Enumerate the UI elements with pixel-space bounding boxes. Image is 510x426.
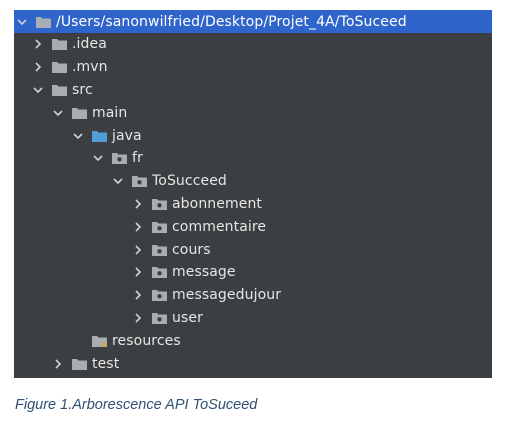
tree-item[interactable]: test [14, 352, 492, 375]
tree-item[interactable]: messagedujour [14, 284, 492, 307]
figure-caption: Figure 1.Arborescence API ToSuceed [15, 397, 258, 413]
chevron-right-icon[interactable] [30, 59, 46, 75]
chevron-down-icon[interactable] [30, 82, 46, 98]
tree-item[interactable]: ToSucceed [14, 170, 492, 193]
folder-icon [51, 83, 68, 97]
tree-item[interactable]: fr [14, 147, 492, 170]
tree-item-label: abonnement [172, 195, 263, 212]
tree-item-label: test [92, 355, 120, 372]
tree-item-label: resources [112, 332, 181, 349]
tree-item-label: ToSucceed [152, 173, 227, 190]
chevron-right-icon[interactable] [30, 36, 46, 52]
tree-item[interactable]: resources [14, 329, 492, 352]
tree-item-label: /Users/sanonwilfried/Desktop/Projet_4A/T… [56, 13, 407, 30]
chevron-right-icon[interactable] [130, 196, 146, 212]
tree-item[interactable]: .mvn [14, 56, 492, 79]
package-icon [151, 311, 168, 325]
package-icon [151, 197, 168, 211]
folder-icon [51, 37, 68, 51]
tree-item-label: src [72, 81, 93, 98]
project-tree: /Users/sanonwilfried/Desktop/Projet_4A/T… [14, 10, 492, 378]
tree-item[interactable]: message [14, 261, 492, 284]
tree-item-label: cours [172, 241, 211, 258]
tree-item[interactable]: main [14, 101, 492, 124]
package-icon [131, 174, 148, 188]
tree-item[interactable]: commentaire [14, 215, 492, 238]
chevron-down-icon[interactable] [50, 105, 66, 121]
tree-item[interactable]: .idea [14, 33, 492, 56]
tree-item-label: fr [132, 150, 143, 167]
chevron-right-icon[interactable] [130, 242, 146, 258]
chevron-down-icon[interactable] [90, 150, 106, 166]
package-icon [151, 220, 168, 234]
tree-item[interactable]: user [14, 306, 492, 329]
tree-item[interactable]: java [14, 124, 492, 147]
folder-icon [71, 357, 88, 371]
tree-item-label: user [172, 309, 203, 326]
source-folder-icon [91, 129, 108, 143]
package-icon [151, 243, 168, 257]
chevron-right-icon[interactable] [50, 356, 66, 372]
tree-item[interactable]: src [14, 78, 492, 101]
tree-item-label: main [92, 104, 128, 121]
chevron-right-icon[interactable] [130, 310, 146, 326]
tree-item-label: java [112, 127, 142, 144]
chevron-down-icon[interactable] [110, 173, 126, 189]
resources-folder-icon [91, 334, 108, 348]
folder-icon [71, 106, 88, 120]
folder-icon [35, 15, 52, 29]
chevron-right-icon[interactable] [130, 264, 146, 280]
tree-item-label: .mvn [72, 59, 108, 76]
tree-item-label: message [172, 264, 236, 281]
folder-icon [51, 60, 68, 74]
chevron-right-icon[interactable] [130, 287, 146, 303]
package-icon [151, 288, 168, 302]
chevron-down-icon[interactable] [70, 128, 86, 144]
chevron-right-icon[interactable] [130, 219, 146, 235]
tree-root-item[interactable]: /Users/sanonwilfried/Desktop/Projet_4A/T… [14, 10, 492, 33]
tree-item-label: messagedujour [172, 287, 282, 304]
tree-item[interactable]: abonnement [14, 192, 492, 215]
tree-item-label: commentaire [172, 218, 267, 235]
chevron-down-icon[interactable] [14, 14, 30, 30]
tree-item[interactable]: cours [14, 238, 492, 261]
package-icon [111, 151, 128, 165]
tree-item-label: .idea [72, 36, 107, 53]
package-icon [151, 265, 168, 279]
